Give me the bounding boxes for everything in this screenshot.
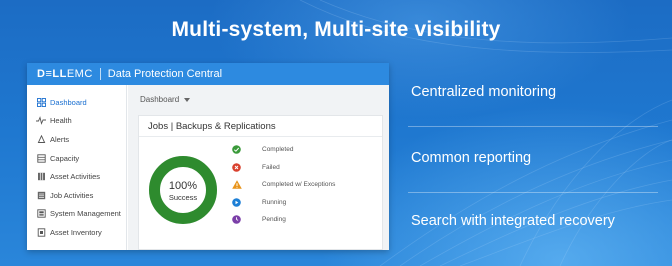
jobs-card: Jobs | Backups & Replications 100% Succe… (138, 115, 383, 250)
donut-percent-label: 100% (169, 180, 197, 192)
dashboard-dropdown-label: Dashboard (140, 95, 180, 104)
sidebar-item-system-management[interactable]: System Management (27, 205, 126, 224)
sidebar-item-dashboard[interactable]: Dashboard (27, 93, 126, 112)
legend-label: Pending (262, 216, 286, 224)
dell-emc-logo: D≡LLEMC (37, 68, 93, 80)
database-icon (36, 153, 46, 163)
server-icon (36, 172, 46, 182)
feature-search-integrated-recovery: Search with integrated recovery (411, 213, 615, 229)
chevron-down-icon (184, 97, 191, 102)
check-circle-icon (231, 144, 242, 155)
slide-title: Multi-system, Multi-site visibility (171, 18, 501, 41)
donut-status-label: Success (169, 193, 198, 202)
legend-label: Completed w/ Exceptions (262, 181, 336, 189)
sidebar: Dashboard Health Alerts Capacity Asset A… (27, 85, 127, 250)
sidebar-item-label: Alerts (50, 134, 70, 144)
dashboard-dropdown[interactable]: Dashboard (140, 95, 191, 104)
sidebar-item-label: Capacity (50, 153, 80, 163)
card-title: Jobs | Backups & Replications (139, 116, 382, 137)
status-legend: Completed Failed Completed w/ Exceptions (231, 141, 335, 229)
sidebar-item-health[interactable]: Health (27, 112, 126, 131)
legend-item-pending: Pending (231, 211, 335, 229)
legend-label: Running (262, 198, 287, 206)
legend-item-completed-with-exceptions: Completed w/ Exceptions (231, 176, 335, 194)
sidebar-item-asset-activities[interactable]: Asset Activities (27, 167, 126, 186)
sidebar-item-label: Asset Inventory (50, 227, 102, 237)
pulse-icon (36, 116, 46, 126)
sidebar-item-job-activities[interactable]: Job Activities (27, 186, 126, 205)
warning-triangle-icon (231, 179, 242, 190)
sidebar-item-label: Health (50, 116, 72, 126)
sidebar-item-label: Asset Activities (50, 172, 101, 182)
x-circle-icon (231, 162, 242, 173)
sidebar-item-label: System Management (50, 209, 121, 219)
bell-icon (36, 134, 46, 144)
inventory-icon (36, 227, 46, 237)
legend-item-completed: Completed (231, 141, 335, 159)
sidebar-item-alerts[interactable]: Alerts (27, 130, 126, 149)
system-icon (36, 209, 46, 219)
legend-item-running: Running (231, 194, 335, 212)
feature-divider (408, 192, 658, 193)
app-name: Data Protection Central (107, 68, 223, 80)
header-divider (99, 68, 101, 80)
feature-common-reporting: Common reporting (411, 150, 532, 166)
jobs-icon (36, 190, 46, 200)
success-donut-chart: 100% Success (149, 156, 217, 224)
sidebar-item-label: Dashboard (50, 97, 87, 107)
dashboard-icon (36, 97, 46, 107)
app-window: D≡LLEMC Data Protection Central Dashboar… (27, 63, 389, 250)
legend-label: Failed (262, 163, 280, 171)
legend-item-failed: Failed (231, 159, 335, 177)
main-content: Dashboard Jobs | Backups & Replications … (128, 85, 389, 250)
play-circle-icon (231, 197, 242, 208)
feature-divider (408, 126, 658, 127)
sidebar-item-asset-inventory[interactable]: Asset Inventory (27, 223, 126, 242)
clock-circle-icon (231, 214, 242, 225)
sidebar-item-capacity[interactable]: Capacity (27, 149, 126, 168)
legend-label: Completed (262, 146, 294, 154)
feature-centralized-monitoring: Centralized monitoring (411, 84, 557, 100)
sidebar-item-label: Job Activities (50, 190, 94, 200)
slide-background: Multi-system, Multi-site visibility D≡LL… (0, 0, 672, 266)
app-header: D≡LLEMC Data Protection Central (27, 63, 389, 85)
